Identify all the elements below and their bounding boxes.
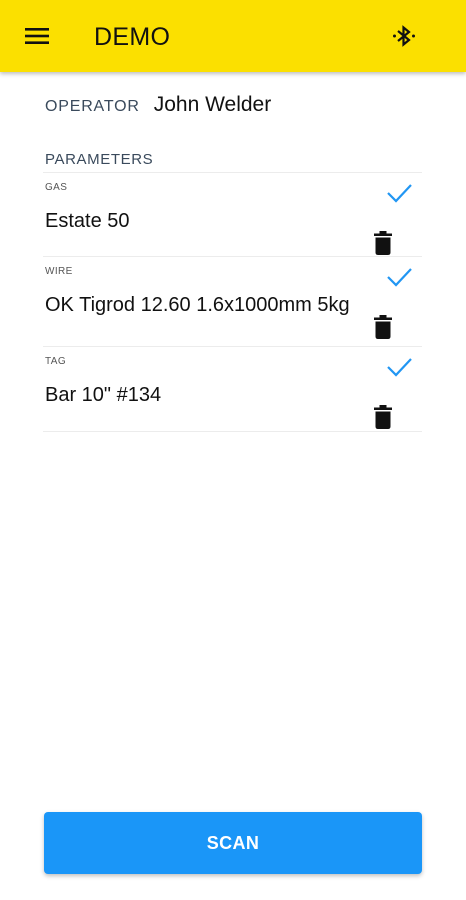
parameter-label: GAS [45,182,68,193]
operator-name: John Welder [153,93,272,116]
delete-button[interactable] [369,403,397,431]
delete-button[interactable] [369,313,397,341]
parameter-item-gas[interactable]: GAS Estate 50 [43,172,422,257]
menu-button[interactable] [18,17,56,55]
trash-icon [374,405,392,429]
parameter-label: TAG [45,356,67,367]
delete-button[interactable] [369,229,397,257]
parameter-value: OK Tigrod 12.60 1.6x1000mm 5kg [45,294,350,316]
hamburger-menu-icon [25,28,49,44]
parameter-value: Estate 50 [45,210,130,232]
app-title: DEMO [94,23,171,51]
check-icon [387,358,412,377]
bluetooth-button[interactable] [386,18,422,54]
check-icon [387,184,412,203]
scan-button[interactable]: SCAN [44,812,422,874]
operator-row: OPERATOR John Welder [45,93,271,125]
parameters-header: PARAMETERS [45,151,154,168]
parameter-item-tag[interactable]: TAG Bar 10" #134 [43,346,422,432]
parameter-label: WIRE [45,266,73,277]
app-bar: DEMO [0,0,466,72]
check-icon [387,268,412,287]
parameter-item-wire[interactable]: WIRE OK Tigrod 12.60 1.6x1000mm 5kg [43,256,422,347]
parameter-value: Bar 10" #134 [45,384,162,406]
trash-icon [374,231,392,255]
trash-icon [374,315,392,339]
operator-label: OPERATOR [45,98,140,115]
bluetooth-icon [393,25,415,47]
